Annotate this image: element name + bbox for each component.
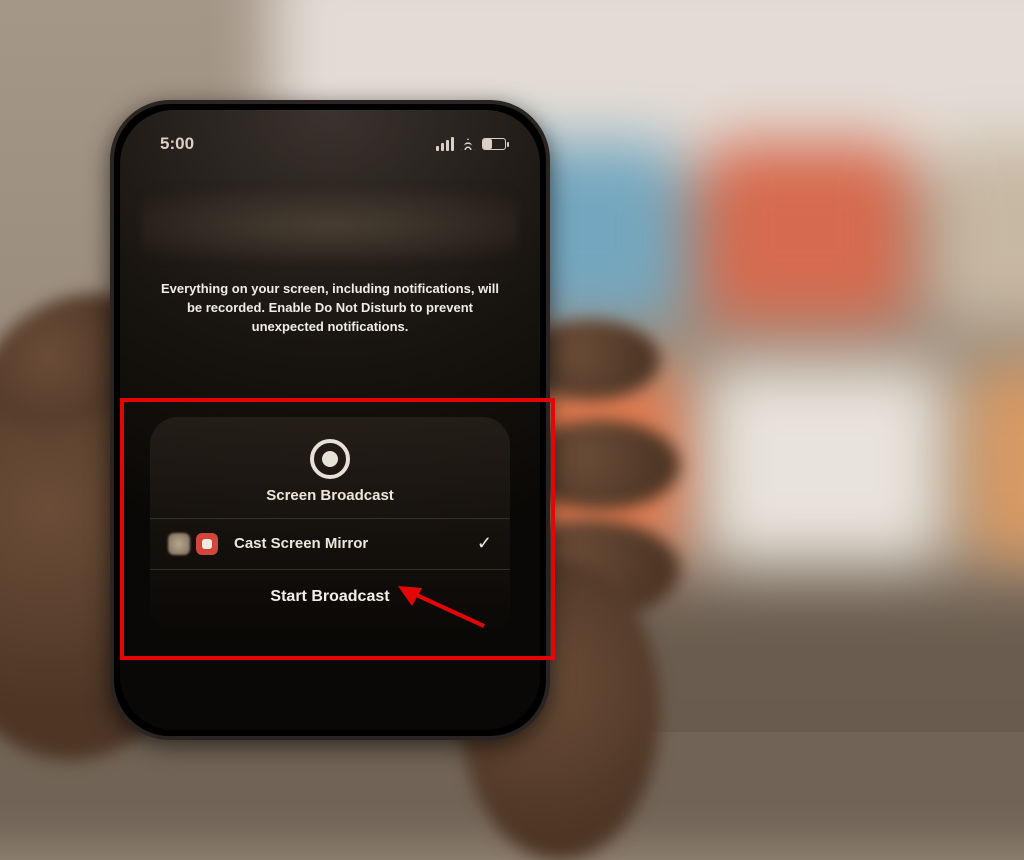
broadcast-card: Screen Broadcast Cast Screen Mirror ✓ St… bbox=[150, 417, 510, 636]
broadcast-warning-text: Everything on your screen, including not… bbox=[150, 280, 510, 337]
status-time: 5:00 bbox=[160, 134, 194, 154]
redacted-title-area bbox=[142, 190, 518, 260]
broadcast-target-label: Cast Screen Mirror bbox=[234, 535, 477, 552]
record-icon[interactable] bbox=[310, 439, 350, 479]
battery-icon bbox=[482, 138, 506, 150]
checkmark-icon: ✓ bbox=[477, 533, 492, 554]
app-icon bbox=[168, 533, 190, 555]
phone-frame: 5:00 Everything on your screen, includin… bbox=[110, 100, 550, 740]
broadcast-card-title: Screen Broadcast bbox=[150, 487, 510, 504]
status-bar: 5:00 bbox=[160, 134, 506, 154]
phone-screen: 5:00 Everything on your screen, includin… bbox=[120, 110, 540, 730]
start-broadcast-button[interactable]: Start Broadcast bbox=[150, 580, 510, 614]
wifi-icon bbox=[460, 138, 476, 150]
cast-app-icon bbox=[196, 533, 218, 555]
cellular-icon bbox=[436, 137, 454, 151]
broadcast-target-row[interactable]: Cast Screen Mirror ✓ bbox=[150, 518, 510, 570]
